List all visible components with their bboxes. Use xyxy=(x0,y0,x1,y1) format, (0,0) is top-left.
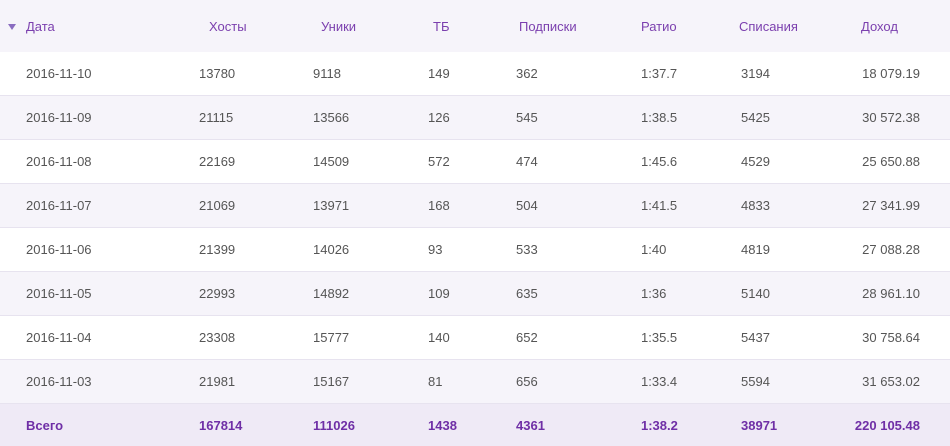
cell-income: 27 341.99 xyxy=(862,198,920,213)
column-header-subscriptions[interactable]: Подписки xyxy=(519,0,577,52)
cell-charges: 5140 xyxy=(741,286,770,301)
column-header-charges[interactable]: Списания xyxy=(739,0,798,52)
cell-uniques: 14892 xyxy=(313,286,350,301)
cell-tb: 126 xyxy=(428,110,450,125)
cell-ratio: 1:40 xyxy=(641,242,667,257)
cell-charges: 3194 xyxy=(741,66,770,81)
total-charges: 38971 xyxy=(741,417,778,433)
cell-ratio: 1:41.5 xyxy=(641,198,678,213)
cell-date: 2016-11-10 xyxy=(26,66,92,81)
table-total-row: Всего 167814 111026 1438 4361 1:38.2 389… xyxy=(0,404,950,446)
cell-subscriptions: 635 xyxy=(516,286,538,301)
table-row: 2016-11-06 21399 14026 93 533 1:40 4819 … xyxy=(0,228,950,272)
cell-date: 2016-11-04 xyxy=(26,330,92,345)
cell-subscriptions: 362 xyxy=(516,66,538,81)
cell-subscriptions: 533 xyxy=(516,242,538,257)
cell-date: 2016-11-09 xyxy=(26,110,92,125)
table-row: 2016-11-07 21069 13971 168 504 1:41.5 48… xyxy=(0,184,950,228)
column-header-ratio[interactable]: Ратио xyxy=(641,0,677,52)
table-row: 2016-11-03 21981 15167 81 656 1:33.4 559… xyxy=(0,360,950,404)
table-row: 2016-11-10 13780 9118 149 362 1:37.7 319… xyxy=(0,52,950,96)
total-income: 220 105.48 xyxy=(854,417,920,433)
stats-table: Дата Хосты Уники ТБ Подписки Ратио Списа… xyxy=(0,0,950,446)
cell-income: 25 650.88 xyxy=(862,154,920,169)
column-header-hosts[interactable]: Хосты xyxy=(209,0,247,52)
cell-income: 31 653.02 xyxy=(862,374,920,389)
cell-date: 2016-11-05 xyxy=(26,286,92,301)
cell-date: 2016-11-07 xyxy=(26,198,92,213)
cell-hosts: 23308 xyxy=(199,330,236,345)
cell-date: 2016-11-08 xyxy=(26,154,92,169)
cell-income: 30 758.64 xyxy=(862,330,920,345)
cell-charges: 5425 xyxy=(741,110,770,125)
cell-ratio: 1:33.4 xyxy=(641,374,678,389)
cell-subscriptions: 656 xyxy=(516,374,538,389)
cell-tb: 109 xyxy=(428,286,450,301)
cell-ratio: 1:45.6 xyxy=(641,154,678,169)
cell-subscriptions: 652 xyxy=(516,330,538,345)
cell-tb: 168 xyxy=(428,198,450,213)
cell-ratio: 1:35.5 xyxy=(641,330,678,345)
cell-income: 18 079.19 xyxy=(862,66,920,81)
cell-tb: 81 xyxy=(428,374,443,389)
column-header-tb[interactable]: ТБ xyxy=(433,0,449,52)
cell-date: 2016-11-06 xyxy=(26,242,92,257)
total-ratio: 1:38.2 xyxy=(641,417,678,433)
total-subscriptions: 4361 xyxy=(516,417,545,433)
table-row: 2016-11-04 23308 15777 140 652 1:35.5 54… xyxy=(0,316,950,360)
total-tb: 1438 xyxy=(428,417,457,433)
column-header-uniques[interactable]: Уники xyxy=(321,0,356,52)
cell-subscriptions: 504 xyxy=(516,198,538,213)
cell-uniques: 13566 xyxy=(313,110,350,125)
cell-subscriptions: 545 xyxy=(516,110,538,125)
cell-uniques: 9118 xyxy=(313,66,341,81)
total-label: Всего xyxy=(26,417,64,433)
table-row: 2016-11-05 22993 14892 109 635 1:36 5140… xyxy=(0,272,950,316)
cell-hosts: 22169 xyxy=(199,154,236,169)
cell-hosts: 21399 xyxy=(199,242,236,257)
table-header: Дата Хосты Уники ТБ Подписки Ратио Списа… xyxy=(0,0,950,52)
cell-tb: 149 xyxy=(428,66,450,81)
cell-ratio: 1:36 xyxy=(641,286,667,301)
cell-uniques: 14509 xyxy=(313,154,350,169)
cell-charges: 5437 xyxy=(741,330,770,345)
column-header-date[interactable]: Дата xyxy=(26,0,55,52)
cell-income: 27 088.28 xyxy=(862,242,920,257)
cell-tb: 93 xyxy=(428,242,443,257)
cell-date: 2016-11-03 xyxy=(26,374,92,389)
cell-income: 28 961.10 xyxy=(862,286,920,301)
cell-charges: 5594 xyxy=(741,374,770,389)
cell-charges: 4529 xyxy=(741,154,770,169)
table-row: 2016-11-08 22169 14509 572 474 1:45.6 45… xyxy=(0,140,950,184)
column-header-income[interactable]: Доход xyxy=(861,0,898,52)
cell-hosts: 21069 xyxy=(199,198,236,213)
cell-subscriptions: 474 xyxy=(516,154,538,169)
cell-uniques: 13971 xyxy=(313,198,350,213)
cell-income: 30 572.38 xyxy=(862,110,920,125)
cell-hosts: 22993 xyxy=(199,286,236,301)
triangle-down-icon[interactable] xyxy=(8,24,16,30)
cell-ratio: 1:38.5 xyxy=(641,110,678,125)
cell-ratio: 1:37.7 xyxy=(641,66,678,81)
cell-uniques: 14026 xyxy=(313,242,350,257)
cell-hosts: 13780 xyxy=(199,66,236,81)
total-hosts: 167814 xyxy=(199,417,243,433)
cell-tb: 572 xyxy=(428,154,450,169)
cell-charges: 4833 xyxy=(741,198,770,213)
cell-hosts: 21115 xyxy=(199,110,234,125)
cell-uniques: 15167 xyxy=(313,374,350,389)
total-uniques: 111026 xyxy=(313,417,355,433)
cell-uniques: 15777 xyxy=(313,330,350,345)
table-row: 2016-11-09 21115 13566 126 545 1:38.5 54… xyxy=(0,96,950,140)
cell-charges: 4819 xyxy=(741,242,770,257)
cell-tb: 140 xyxy=(428,330,450,345)
cell-hosts: 21981 xyxy=(199,374,236,389)
